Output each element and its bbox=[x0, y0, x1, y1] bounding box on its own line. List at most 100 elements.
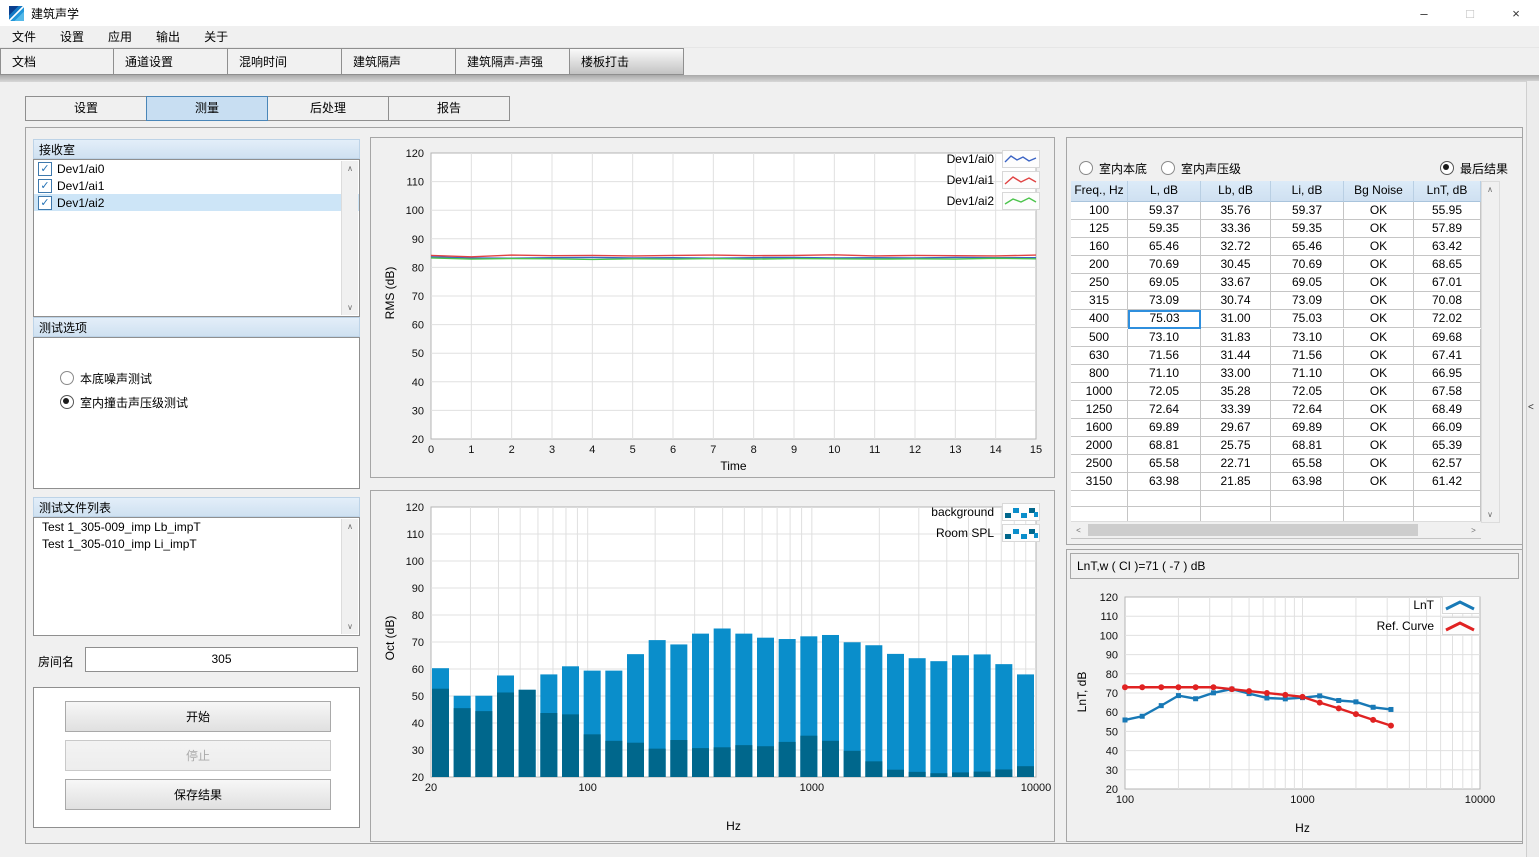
table-cell[interactable]: OK bbox=[1344, 455, 1414, 473]
file-list-item[interactable]: Test 1_305-009_imp Lb_impT bbox=[34, 518, 359, 535]
table-cell[interactable]: 75.03 bbox=[1271, 310, 1344, 328]
table-cell[interactable]: OK bbox=[1344, 202, 1414, 220]
collapse-left-icon[interactable]: < bbox=[1528, 402, 1534, 413]
table-cell[interactable]: 72.64 bbox=[1271, 401, 1344, 419]
channel-list-scrollbar[interactable]: ∧ ∨ bbox=[341, 161, 358, 315]
radio-icon[interactable] bbox=[1079, 161, 1093, 175]
table-cell[interactable]: 21.85 bbox=[1201, 473, 1271, 491]
checkbox-icon[interactable]: ✓ bbox=[38, 179, 52, 193]
test-option[interactable]: 室内撞击声压级测试 bbox=[60, 390, 359, 414]
table-cell[interactable] bbox=[1414, 491, 1481, 507]
table-cell[interactable]: 72.64 bbox=[1128, 401, 1201, 419]
scroll-down-icon[interactable]: ∨ bbox=[342, 619, 358, 634]
radio-icon[interactable] bbox=[1440, 161, 1454, 175]
table-cell[interactable]: OK bbox=[1344, 401, 1414, 419]
table-cell[interactable]: 61.42 bbox=[1414, 473, 1481, 491]
table-cell[interactable]: 67.01 bbox=[1414, 274, 1481, 292]
table-cell[interactable]: 3150 bbox=[1071, 473, 1128, 491]
table-cell[interactable]: 67.41 bbox=[1414, 347, 1481, 365]
table-cell[interactable]: 69.89 bbox=[1128, 419, 1201, 437]
radio-icon[interactable] bbox=[60, 395, 74, 409]
table-cell[interactable]: 66.95 bbox=[1414, 365, 1481, 383]
menu-item-文件[interactable]: 文件 bbox=[12, 28, 36, 45]
room-name-input[interactable]: 305 bbox=[85, 647, 358, 672]
table-cell[interactable] bbox=[1128, 491, 1201, 507]
table-cell[interactable]: OK bbox=[1344, 292, 1414, 310]
table-cell[interactable]: 62.57 bbox=[1414, 455, 1481, 473]
tab-通道设置[interactable]: 通道设置 bbox=[114, 48, 228, 75]
scroll-right-icon[interactable]: > bbox=[1466, 522, 1481, 538]
test-option[interactable]: 本底噪声测试 bbox=[60, 366, 359, 390]
table-cell[interactable]: 72.05 bbox=[1128, 383, 1201, 401]
checkbox-icon[interactable]: ✓ bbox=[38, 196, 52, 210]
table-cell[interactable]: 63.98 bbox=[1271, 473, 1344, 491]
table-cell[interactable]: 160 bbox=[1071, 238, 1128, 256]
table-cell[interactable]: 73.09 bbox=[1128, 292, 1201, 310]
table-cell[interactable]: 25.75 bbox=[1201, 437, 1271, 455]
table-cell[interactable]: 59.35 bbox=[1271, 220, 1344, 238]
table-cell[interactable]: 1600 bbox=[1071, 419, 1128, 437]
table-cell[interactable]: 68.49 bbox=[1414, 401, 1481, 419]
table-cell[interactable]: 35.76 bbox=[1201, 202, 1271, 220]
table-cell[interactable]: 65.58 bbox=[1271, 455, 1344, 473]
table-cell[interactable] bbox=[1201, 491, 1271, 507]
table-cell[interactable]: 630 bbox=[1071, 347, 1128, 365]
view-option[interactable]: 室内本底 bbox=[1079, 156, 1147, 180]
table-cell[interactable]: OK bbox=[1344, 437, 1414, 455]
table-cell[interactable]: OK bbox=[1344, 310, 1414, 328]
table-cell[interactable]: 33.36 bbox=[1201, 220, 1271, 238]
menu-item-关于[interactable]: 关于 bbox=[204, 28, 228, 45]
tab-建筑隔声-声强[interactable]: 建筑隔声-声强 bbox=[456, 48, 570, 75]
table-cell[interactable]: 59.37 bbox=[1128, 202, 1201, 220]
channel-list-item[interactable]: ✓Dev1/ai2 bbox=[34, 194, 359, 211]
view-option[interactable]: 室内声压级 bbox=[1161, 156, 1241, 180]
table-cell[interactable]: 69.05 bbox=[1128, 274, 1201, 292]
table-cell[interactable]: 72.05 bbox=[1271, 383, 1344, 401]
table-cell[interactable]: 22.71 bbox=[1201, 455, 1271, 473]
subtab-测量[interactable]: 测量 bbox=[146, 96, 268, 121]
table-cell[interactable]: OK bbox=[1344, 419, 1414, 437]
table-hscrollbar[interactable]: < > bbox=[1071, 521, 1481, 538]
maximize-icon[interactable]: □ bbox=[1447, 0, 1493, 26]
menu-item-输出[interactable]: 输出 bbox=[156, 28, 180, 45]
table-cell[interactable]: 71.10 bbox=[1271, 365, 1344, 383]
table-cell[interactable]: 63.98 bbox=[1128, 473, 1201, 491]
radio-icon[interactable] bbox=[1161, 161, 1175, 175]
table-cell[interactable]: OK bbox=[1344, 473, 1414, 491]
menu-item-设置[interactable]: 设置 bbox=[60, 28, 84, 45]
table-cell[interactable] bbox=[1271, 491, 1344, 507]
table-cell[interactable]: 59.35 bbox=[1128, 220, 1201, 238]
scroll-down-icon[interactable]: ∨ bbox=[1482, 507, 1498, 522]
close-icon[interactable]: × bbox=[1493, 0, 1539, 26]
table-cell[interactable]: 31.83 bbox=[1201, 329, 1271, 347]
channel-list-item[interactable]: ✓Dev1/ai1 bbox=[34, 177, 359, 194]
table-cell[interactable]: 30.45 bbox=[1201, 256, 1271, 274]
file-list-item[interactable]: Test 1_305-010_imp Li_impT bbox=[34, 535, 359, 552]
subtab-报告[interactable]: 报告 bbox=[388, 96, 510, 121]
table-cell[interactable]: 31.00 bbox=[1201, 310, 1271, 328]
tab-混响时间[interactable]: 混响时间 bbox=[228, 48, 342, 75]
table-cell[interactable]: 71.10 bbox=[1128, 365, 1201, 383]
table-cell[interactable]: 71.56 bbox=[1271, 347, 1344, 365]
table-cell[interactable]: 125 bbox=[1071, 220, 1128, 238]
subtab-后处理[interactable]: 后处理 bbox=[267, 96, 389, 121]
table-cell[interactable]: 67.58 bbox=[1414, 383, 1481, 401]
table-cell[interactable]: OK bbox=[1344, 383, 1414, 401]
table-cell[interactable]: 1000 bbox=[1071, 383, 1128, 401]
table-cell[interactable]: 71.56 bbox=[1128, 347, 1201, 365]
view-option[interactable]: 最后结果 bbox=[1440, 156, 1508, 180]
table-cell[interactable]: 75.03 bbox=[1128, 310, 1201, 329]
stop-button[interactable]: 停止 bbox=[65, 740, 331, 771]
radio-icon[interactable] bbox=[60, 371, 74, 385]
table-cell[interactable]: 33.39 bbox=[1201, 401, 1271, 419]
table-cell[interactable]: 100 bbox=[1071, 202, 1128, 220]
table-cell[interactable]: 66.09 bbox=[1414, 419, 1481, 437]
table-cell[interactable]: 65.46 bbox=[1128, 238, 1201, 256]
table-cell[interactable]: 30.74 bbox=[1201, 292, 1271, 310]
table-cell[interactable]: 800 bbox=[1071, 365, 1128, 383]
table-cell[interactable]: 250 bbox=[1071, 274, 1128, 292]
scroll-down-icon[interactable]: ∨ bbox=[342, 300, 358, 315]
table-cell[interactable]: 35.28 bbox=[1201, 383, 1271, 401]
table-cell[interactable]: 65.46 bbox=[1271, 238, 1344, 256]
save-results-button[interactable]: 保存结果 bbox=[65, 779, 331, 810]
